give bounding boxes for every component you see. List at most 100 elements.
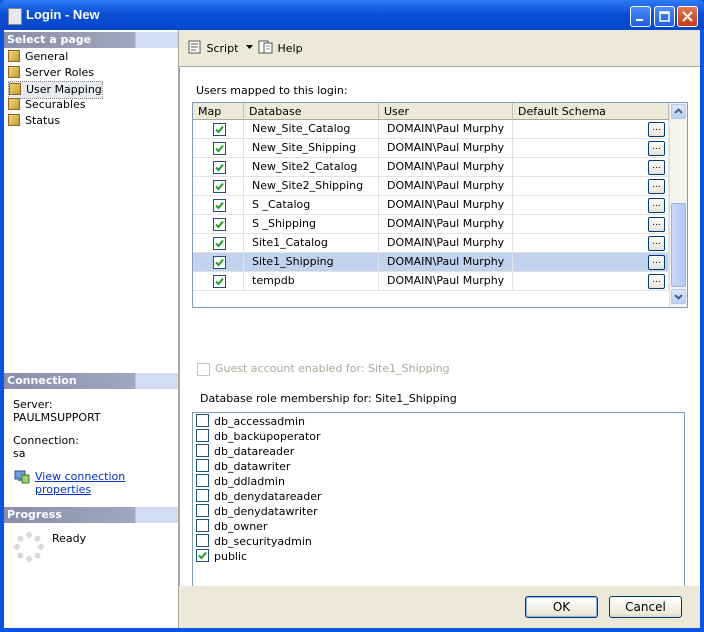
role-checkbox[interactable] bbox=[196, 489, 209, 502]
role-item[interactable]: db_denydatawriter bbox=[196, 504, 318, 519]
help-button[interactable]: Help bbox=[258, 39, 303, 55]
default-schema-cell[interactable]: ... bbox=[513, 234, 669, 252]
browse-schema-button[interactable]: ... bbox=[648, 217, 665, 232]
role-item[interactable]: db_datawriter bbox=[196, 459, 290, 474]
script-button[interactable]: Script bbox=[187, 39, 254, 55]
connection-value: sa bbox=[13, 447, 26, 460]
browse-schema-button[interactable]: ... bbox=[648, 122, 665, 137]
scroll-up-button[interactable] bbox=[671, 104, 686, 119]
role-checkbox[interactable] bbox=[196, 414, 209, 427]
column-header-user[interactable]: User bbox=[379, 103, 513, 120]
role-checkbox[interactable] bbox=[196, 504, 209, 517]
role-checkbox[interactable] bbox=[196, 549, 209, 562]
map-checkbox[interactable] bbox=[213, 218, 226, 231]
default-schema-cell[interactable]: ... bbox=[513, 120, 669, 138]
browse-schema-button[interactable]: ... bbox=[648, 274, 665, 289]
map-cell bbox=[193, 196, 244, 214]
default-schema-cell[interactable]: ... bbox=[513, 196, 669, 214]
table-row[interactable]: New_Site2_Catalog DOMAIN\Paul Murphy... bbox=[193, 158, 669, 177]
page-label: Securables bbox=[25, 98, 86, 111]
map-checkbox[interactable] bbox=[213, 237, 226, 250]
button-bar: OK Cancel bbox=[179, 586, 700, 628]
user-cell[interactable]: DOMAIN\Paul Murphy bbox=[379, 253, 513, 271]
role-checkbox[interactable] bbox=[196, 534, 209, 547]
map-checkbox[interactable] bbox=[213, 275, 226, 288]
browse-schema-button[interactable]: ... bbox=[648, 255, 665, 270]
browse-schema-button[interactable]: ... bbox=[648, 160, 665, 175]
browse-schema-button[interactable]: ... bbox=[648, 141, 665, 156]
role-item[interactable]: db_datareader bbox=[196, 444, 294, 459]
user-cell[interactable]: DOMAIN\Paul Murphy bbox=[379, 158, 513, 176]
page-server-roles[interactable]: Server Roles bbox=[8, 65, 94, 81]
window-title: Login - New bbox=[26, 7, 100, 22]
page-status[interactable]: Status bbox=[8, 113, 60, 129]
role-checkbox[interactable] bbox=[196, 474, 209, 487]
map-checkbox[interactable] bbox=[213, 142, 226, 155]
map-checkbox[interactable] bbox=[213, 199, 226, 212]
connection-header: Connection bbox=[4, 373, 178, 389]
table-row[interactable]: New_Site2_Shipping DOMAIN\Paul Murphy... bbox=[193, 177, 669, 196]
role-checkbox[interactable] bbox=[196, 519, 209, 532]
page-general[interactable]: General bbox=[8, 49, 68, 65]
default-schema-cell[interactable]: ... bbox=[513, 272, 669, 290]
default-schema-cell[interactable]: ... bbox=[513, 158, 669, 176]
table-row[interactable]: New_Site_Catalog DOMAIN\Paul Murphy... bbox=[193, 120, 669, 139]
title-bar[interactable]: Login - New bbox=[0, 0, 704, 30]
maximize-button[interactable] bbox=[654, 6, 675, 27]
map-checkbox[interactable] bbox=[213, 180, 226, 193]
table-row[interactable]: S _Shipping DOMAIN\Paul Murphy... bbox=[193, 215, 669, 234]
scroll-down-button[interactable] bbox=[671, 289, 686, 304]
map-cell bbox=[193, 139, 244, 157]
role-item[interactable]: public bbox=[196, 549, 247, 564]
view-connection-properties-link[interactable]: View connection properties bbox=[35, 470, 178, 496]
default-schema-cell[interactable]: ... bbox=[513, 215, 669, 233]
user-cell[interactable]: DOMAIN\Paul Murphy bbox=[379, 120, 513, 138]
default-schema-cell[interactable]: ... bbox=[513, 177, 669, 195]
role-item[interactable]: db_accessadmin bbox=[196, 414, 305, 429]
role-item[interactable]: db_owner bbox=[196, 519, 267, 534]
user-cell[interactable]: DOMAIN\Paul Murphy bbox=[379, 272, 513, 290]
grid-vertical-scrollbar[interactable] bbox=[669, 103, 687, 307]
left-pane: Select a page General Server Roles User … bbox=[4, 30, 179, 628]
column-header-map[interactable]: Map bbox=[193, 103, 244, 120]
close-button[interactable] bbox=[677, 6, 698, 27]
column-header-database[interactable]: Database bbox=[244, 103, 379, 120]
table-row[interactable]: New_Site_Shipping DOMAIN\Paul Murphy... bbox=[193, 139, 669, 158]
column-header-default-schema[interactable]: Default Schema bbox=[513, 103, 669, 120]
role-item[interactable]: db_backupoperator bbox=[196, 429, 321, 444]
user-cell[interactable]: DOMAIN\Paul Murphy bbox=[379, 215, 513, 233]
user-cell[interactable]: DOMAIN\Paul Murphy bbox=[379, 196, 513, 214]
role-label: db_ddladmin bbox=[214, 475, 285, 488]
role-item[interactable]: db_ddladmin bbox=[196, 474, 285, 489]
role-membership-list[interactable]: db_accessadmin db_backupoperator db_datare… bbox=[192, 412, 685, 608]
role-item[interactable]: db_securityadmin bbox=[196, 534, 312, 549]
select-page-header: Select a page bbox=[4, 32, 178, 48]
guest-account-checkbox[interactable] bbox=[197, 363, 210, 376]
database-cell: S _Catalog bbox=[244, 196, 379, 214]
role-checkbox[interactable] bbox=[196, 459, 209, 472]
user-mapping-grid[interactable]: Map Database User Default Schema New_Sit… bbox=[192, 102, 688, 308]
user-cell[interactable]: DOMAIN\Paul Murphy bbox=[379, 234, 513, 252]
map-checkbox[interactable] bbox=[213, 161, 226, 174]
page-securables[interactable]: Securables bbox=[8, 97, 86, 113]
browse-schema-button[interactable]: ... bbox=[648, 198, 665, 213]
map-checkbox[interactable] bbox=[213, 123, 226, 136]
browse-schema-button[interactable]: ... bbox=[648, 236, 665, 251]
default-schema-cell[interactable]: ... bbox=[513, 253, 669, 271]
map-checkbox[interactable] bbox=[213, 256, 226, 269]
table-row[interactable]: Site1_Catalog DOMAIN\Paul Murphy... bbox=[193, 234, 669, 253]
role-checkbox[interactable] bbox=[196, 444, 209, 457]
default-schema-cell[interactable]: ... bbox=[513, 139, 669, 157]
minimize-button[interactable] bbox=[630, 6, 651, 27]
user-cell[interactable]: DOMAIN\Paul Murphy bbox=[379, 177, 513, 195]
role-checkbox[interactable] bbox=[196, 429, 209, 442]
cancel-button[interactable]: Cancel bbox=[609, 596, 682, 618]
ok-button[interactable]: OK bbox=[525, 596, 598, 618]
table-row[interactable]: Site1_Shipping DOMAIN\Paul Murphy... bbox=[193, 253, 669, 272]
scroll-thumb[interactable] bbox=[671, 203, 686, 287]
user-cell[interactable]: DOMAIN\Paul Murphy bbox=[379, 139, 513, 157]
browse-schema-button[interactable]: ... bbox=[648, 179, 665, 194]
table-row[interactable]: S _Catalog DOMAIN\Paul Murphy... bbox=[193, 196, 669, 215]
role-item[interactable]: db_denydatareader bbox=[196, 489, 322, 504]
table-row[interactable]: tempdb DOMAIN\Paul Murphy... bbox=[193, 272, 669, 291]
